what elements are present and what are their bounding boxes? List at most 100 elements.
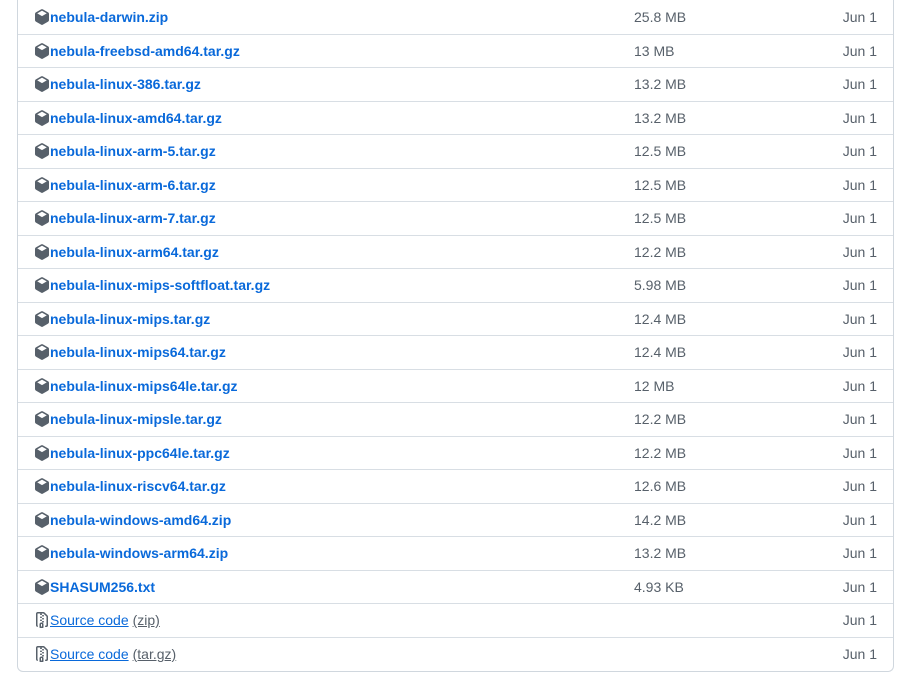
asset-name: nebula-windows-arm64.zip bbox=[50, 545, 229, 562]
package-icon bbox=[34, 109, 50, 126]
source-code-download-link[interactable]: Source code (tar.gz) bbox=[34, 645, 177, 662]
asset-download-link[interactable]: nebula-linux-ppc64le.tar.gz bbox=[34, 445, 230, 461]
asset-download-link[interactable]: nebula-freebsd-amd64.tar.gz bbox=[34, 43, 240, 59]
asset-download-link[interactable]: nebula-linux-mips.tar.gz bbox=[34, 311, 210, 327]
asset-download-link[interactable]: SHASUM256.txt bbox=[34, 579, 155, 595]
asset-name: nebula-windows-amd64.zip bbox=[50, 511, 232, 528]
asset-date: Jun 1 bbox=[842, 76, 877, 93]
asset-date: Jun 1 bbox=[842, 243, 877, 260]
source-code-label: Source code bbox=[50, 645, 129, 662]
package-icon bbox=[34, 76, 50, 93]
asset-date: Jun 1 bbox=[842, 511, 877, 528]
asset-name: nebula-linux-arm-7.tar.gz bbox=[50, 210, 216, 227]
asset-row: nebula-linux-arm-5.tar.gz 12.5 MB Jun 1 bbox=[18, 134, 893, 168]
asset-row: nebula-darwin.zip 25.8 MB Jun 1 bbox=[18, 0, 893, 34]
asset-download-link[interactable]: nebula-linux-arm-5.tar.gz bbox=[34, 143, 216, 159]
asset-size: 13.2 MB bbox=[634, 76, 687, 93]
package-icon bbox=[34, 210, 50, 227]
asset-date: Jun 1 bbox=[842, 109, 877, 126]
asset-download-link[interactable]: nebula-linux-mipsle.tar.gz bbox=[34, 411, 222, 427]
asset-name: nebula-linux-mips-softfloat.tar.gz bbox=[50, 277, 271, 294]
asset-row: nebula-linux-riscv64.tar.gz 12.6 MB Jun … bbox=[18, 469, 893, 503]
asset-download-link[interactable]: nebula-darwin.zip bbox=[34, 9, 168, 25]
asset-size: 5.98 MB bbox=[634, 277, 687, 294]
source-code-row: Source code (zip) Jun 1 bbox=[18, 603, 893, 637]
asset-size: 13.2 MB bbox=[634, 545, 687, 562]
asset-row: nebula-linux-mips64.tar.gz 12.4 MB Jun 1 bbox=[18, 335, 893, 369]
package-icon bbox=[34, 243, 50, 260]
asset-date: Jun 1 bbox=[842, 377, 877, 394]
asset-download-link[interactable]: nebula-linux-mips64le.tar.gz bbox=[34, 378, 238, 394]
asset-date: Jun 1 bbox=[842, 344, 877, 361]
asset-name: nebula-linux-mips64.tar.gz bbox=[50, 344, 226, 361]
asset-date: Jun 1 bbox=[842, 444, 877, 461]
package-icon bbox=[34, 42, 50, 59]
package-icon bbox=[34, 8, 50, 25]
file-zip-icon bbox=[34, 645, 50, 662]
asset-download-link[interactable]: nebula-linux-amd64.tar.gz bbox=[34, 110, 222, 126]
asset-date: Jun 1 bbox=[842, 411, 877, 428]
asset-row: nebula-linux-arm-7.tar.gz 12.5 MB Jun 1 bbox=[18, 201, 893, 235]
file-zip-icon bbox=[34, 612, 50, 629]
asset-download-link[interactable]: nebula-linux-mips-softfloat.tar.gz bbox=[34, 277, 270, 293]
asset-size: 12.5 MB bbox=[634, 210, 687, 227]
asset-name: nebula-darwin.zip bbox=[50, 8, 169, 25]
asset-name: nebula-linux-amd64.tar.gz bbox=[50, 109, 222, 126]
asset-date: Jun 1 bbox=[842, 578, 877, 595]
asset-size: 14.2 MB bbox=[634, 511, 687, 528]
asset-row: SHASUM256.txt 4.93 KB Jun 1 bbox=[18, 569, 893, 604]
package-icon bbox=[34, 411, 50, 428]
asset-row: nebula-linux-386.tar.gz 13.2 MB Jun 1 bbox=[18, 67, 893, 101]
asset-download-link[interactable]: nebula-windows-arm64.zip bbox=[34, 545, 228, 561]
asset-row: nebula-linux-mips.tar.gz 12.4 MB Jun 1 bbox=[18, 301, 893, 336]
asset-name: nebula-linux-arm-5.tar.gz bbox=[50, 143, 216, 160]
asset-date: Jun 1 bbox=[842, 176, 877, 193]
asset-row: nebula-windows-amd64.zip 14.2 MB Jun 1 bbox=[18, 502, 893, 537]
asset-size: 4.93 KB bbox=[634, 578, 684, 595]
asset-row: nebula-linux-arm64.tar.gz 12.2 MB Jun 1 bbox=[18, 234, 893, 269]
asset-size: 12.2 MB bbox=[634, 411, 687, 428]
asset-download-link[interactable]: nebula-linux-arm64.tar.gz bbox=[34, 244, 219, 260]
source-code-type: (zip) bbox=[132, 612, 160, 629]
asset-row: nebula-linux-arm-6.tar.gz 12.5 MB Jun 1 bbox=[18, 167, 893, 202]
asset-name: nebula-linux-mips.tar.gz bbox=[50, 310, 211, 327]
asset-date: Jun 1 bbox=[842, 42, 877, 59]
source-code-type: (tar.gz) bbox=[132, 645, 177, 662]
asset-date: Jun 1 bbox=[842, 612, 877, 629]
asset-name: nebula-linux-arm64.tar.gz bbox=[50, 243, 219, 260]
asset-date: Jun 1 bbox=[842, 210, 877, 227]
asset-size: 12.5 MB bbox=[634, 143, 687, 160]
asset-size: 12 MB bbox=[634, 377, 675, 394]
asset-name: nebula-linux-386.tar.gz bbox=[50, 76, 201, 93]
asset-row: nebula-freebsd-amd64.tar.gz 13 MB Jun 1 bbox=[18, 33, 893, 68]
asset-download-link[interactable]: nebula-linux-arm-6.tar.gz bbox=[34, 177, 216, 193]
asset-download-link[interactable]: nebula-linux-riscv64.tar.gz bbox=[34, 478, 226, 494]
asset-size: 12.5 MB bbox=[634, 176, 687, 193]
asset-download-link[interactable]: nebula-windows-amd64.zip bbox=[34, 512, 231, 528]
asset-name: nebula-linux-ppc64le.tar.gz bbox=[50, 444, 230, 461]
asset-size: 12.2 MB bbox=[634, 243, 687, 260]
asset-date: Jun 1 bbox=[842, 645, 877, 662]
package-icon bbox=[34, 310, 50, 327]
source-code-download-link[interactable]: Source code (zip) bbox=[34, 612, 160, 629]
asset-name: nebula-linux-arm-6.tar.gz bbox=[50, 176, 216, 193]
asset-download-link[interactable]: nebula-linux-arm-7.tar.gz bbox=[34, 210, 216, 226]
asset-size: 13.2 MB bbox=[634, 109, 687, 126]
package-icon bbox=[34, 176, 50, 193]
asset-row: nebula-windows-arm64.zip 13.2 MB Jun 1 bbox=[18, 536, 893, 570]
asset-date: Jun 1 bbox=[842, 277, 877, 294]
package-icon bbox=[34, 511, 50, 528]
package-icon bbox=[34, 444, 50, 461]
asset-size: 12.2 MB bbox=[634, 444, 687, 461]
asset-download-link[interactable]: nebula-linux-mips64.tar.gz bbox=[34, 344, 226, 360]
asset-size: 12.6 MB bbox=[634, 478, 687, 495]
asset-name: nebula-freebsd-amd64.tar.gz bbox=[50, 42, 240, 59]
asset-row: nebula-linux-mips64le.tar.gz 12 MB Jun 1 bbox=[18, 368, 893, 403]
asset-size: 12.4 MB bbox=[634, 310, 687, 327]
asset-date: Jun 1 bbox=[842, 310, 877, 327]
asset-download-link[interactable]: nebula-linux-386.tar.gz bbox=[34, 76, 201, 92]
package-icon bbox=[34, 478, 50, 495]
asset-row: nebula-linux-mips-softfloat.tar.gz 5.98 … bbox=[18, 268, 893, 302]
package-icon bbox=[34, 377, 50, 394]
package-icon bbox=[34, 578, 50, 595]
